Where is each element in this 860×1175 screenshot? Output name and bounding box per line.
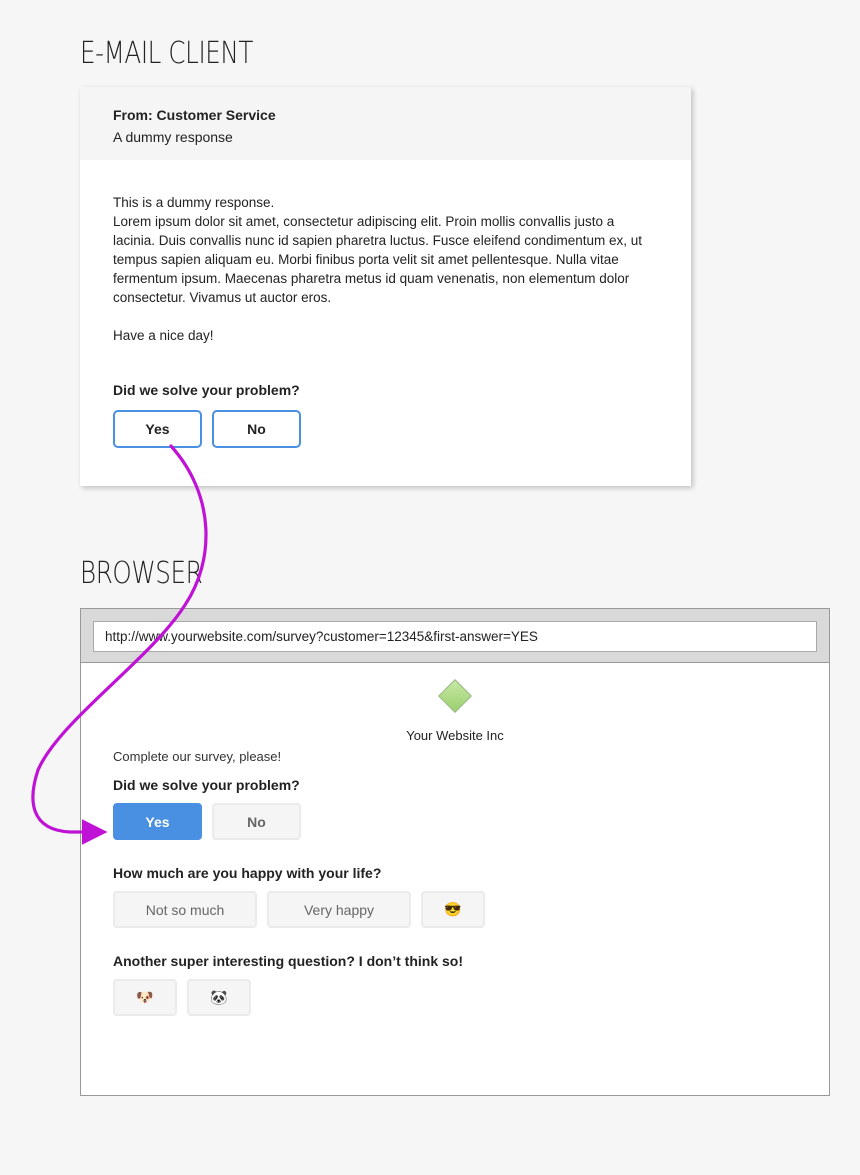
email-sender: From: Customer Service [113,107,276,123]
panda-face-icon: 🐼 [210,989,228,1005]
sunglasses-face-icon: 😎 [444,901,462,917]
email-header: From: Customer Service A dummy response [80,87,691,160]
diamond-logo-icon [438,679,472,713]
survey-yes-button[interactable]: Yes [113,803,202,840]
email-message: From: Customer Service A dummy response … [80,87,691,486]
survey-options-2: Not so much Very happy 😎 [113,891,797,928]
email-body: This is a dummy response. Lorem ipsum do… [80,160,691,448]
browser-toolbar: http://www.yourwebsite.com/survey?custom… [81,609,829,663]
dog-emoji-button[interactable]: 🐶 [113,979,177,1016]
browser-section-title: BROWSER [80,556,203,591]
survey-question-2: How much are you happy with your life? [113,865,382,881]
email-question: Did we solve your problem? [113,382,300,398]
site-name: Your Website Inc [406,728,504,743]
dog-face-icon: 🐶 [136,989,154,1005]
email-answer-buttons: Yes No [113,410,658,448]
email-section-title: E-MAIL CLIENT [80,36,254,71]
survey-options-1: Yes No [113,803,797,840]
site-logo: Your Website Inc [113,663,797,743]
survey-page: Your Website Inc Complete our survey, pl… [81,663,829,1016]
email-greeting: Have a nice day! [113,328,214,343]
email-body-text: Lorem ipsum dolor sit amet, consectetur … [113,214,643,305]
email-subject: A dummy response [113,129,233,145]
browser-window: http://www.yourwebsite.com/survey?custom… [80,608,830,1096]
survey-intro: Complete our survey, please! [113,749,282,764]
survey-options-3: 🐶 🐼 [113,979,797,1016]
panda-emoji-button[interactable]: 🐼 [187,979,251,1016]
not-so-much-button[interactable]: Not so much [113,891,257,928]
survey-question-3: Another super interesting question? I do… [113,953,463,969]
email-no-button[interactable]: No [212,410,301,448]
very-happy-button[interactable]: Very happy [267,891,411,928]
email-intro: This is a dummy response. [113,195,275,210]
url-bar[interactable]: http://www.yourwebsite.com/survey?custom… [93,621,817,652]
survey-question-1: Did we solve your problem? [113,777,300,793]
email-yes-button[interactable]: Yes [113,410,202,448]
sunglasses-emoji-button[interactable]: 😎 [421,891,485,928]
survey-no-button[interactable]: No [212,803,301,840]
